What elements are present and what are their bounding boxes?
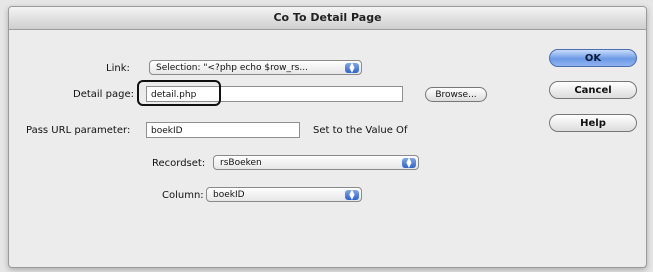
link-select-value: Selection: "<?php echo $row_rs... [156, 63, 308, 73]
updown-arrows-icon: ▲ ▼ [402, 157, 416, 169]
column-select-value: boekID [213, 190, 245, 200]
window-title: Co To Detail Page [9, 7, 646, 30]
ok-button[interactable]: OK [549, 49, 637, 67]
updown-arrows-icon: ▲ ▼ [345, 189, 359, 201]
pass-url-parameter-field[interactable]: boekID [146, 122, 300, 138]
link-select[interactable]: Selection: "<?php echo $row_rs... ▲ ▼ [149, 60, 362, 75]
column-select[interactable]: boekID ▲ ▼ [206, 187, 362, 202]
set-to-value-of-label: Set to the Value Of [313, 125, 408, 136]
go-to-detail-page-dialog: Co To Detail Page Link: Selection: "<?ph… [8, 6, 647, 268]
updown-arrows-icon: ▲ ▼ [345, 62, 359, 74]
browse-button[interactable]: Browse... [425, 87, 487, 102]
recordset-select[interactable]: rsBoeken ▲ ▼ [213, 155, 419, 170]
help-button[interactable]: Help [549, 114, 637, 132]
recordset-label: Recordset: [152, 158, 206, 169]
highlight-box [137, 80, 221, 106]
pass-url-parameter-label: Pass URL parameter: [26, 125, 131, 136]
recordset-select-value: rsBoeken [220, 158, 262, 168]
column-label: Column: [162, 190, 204, 201]
detail-page-label: Detail page: [73, 89, 134, 100]
cancel-button[interactable]: Cancel [549, 81, 637, 99]
link-label: Link: [106, 63, 130, 74]
